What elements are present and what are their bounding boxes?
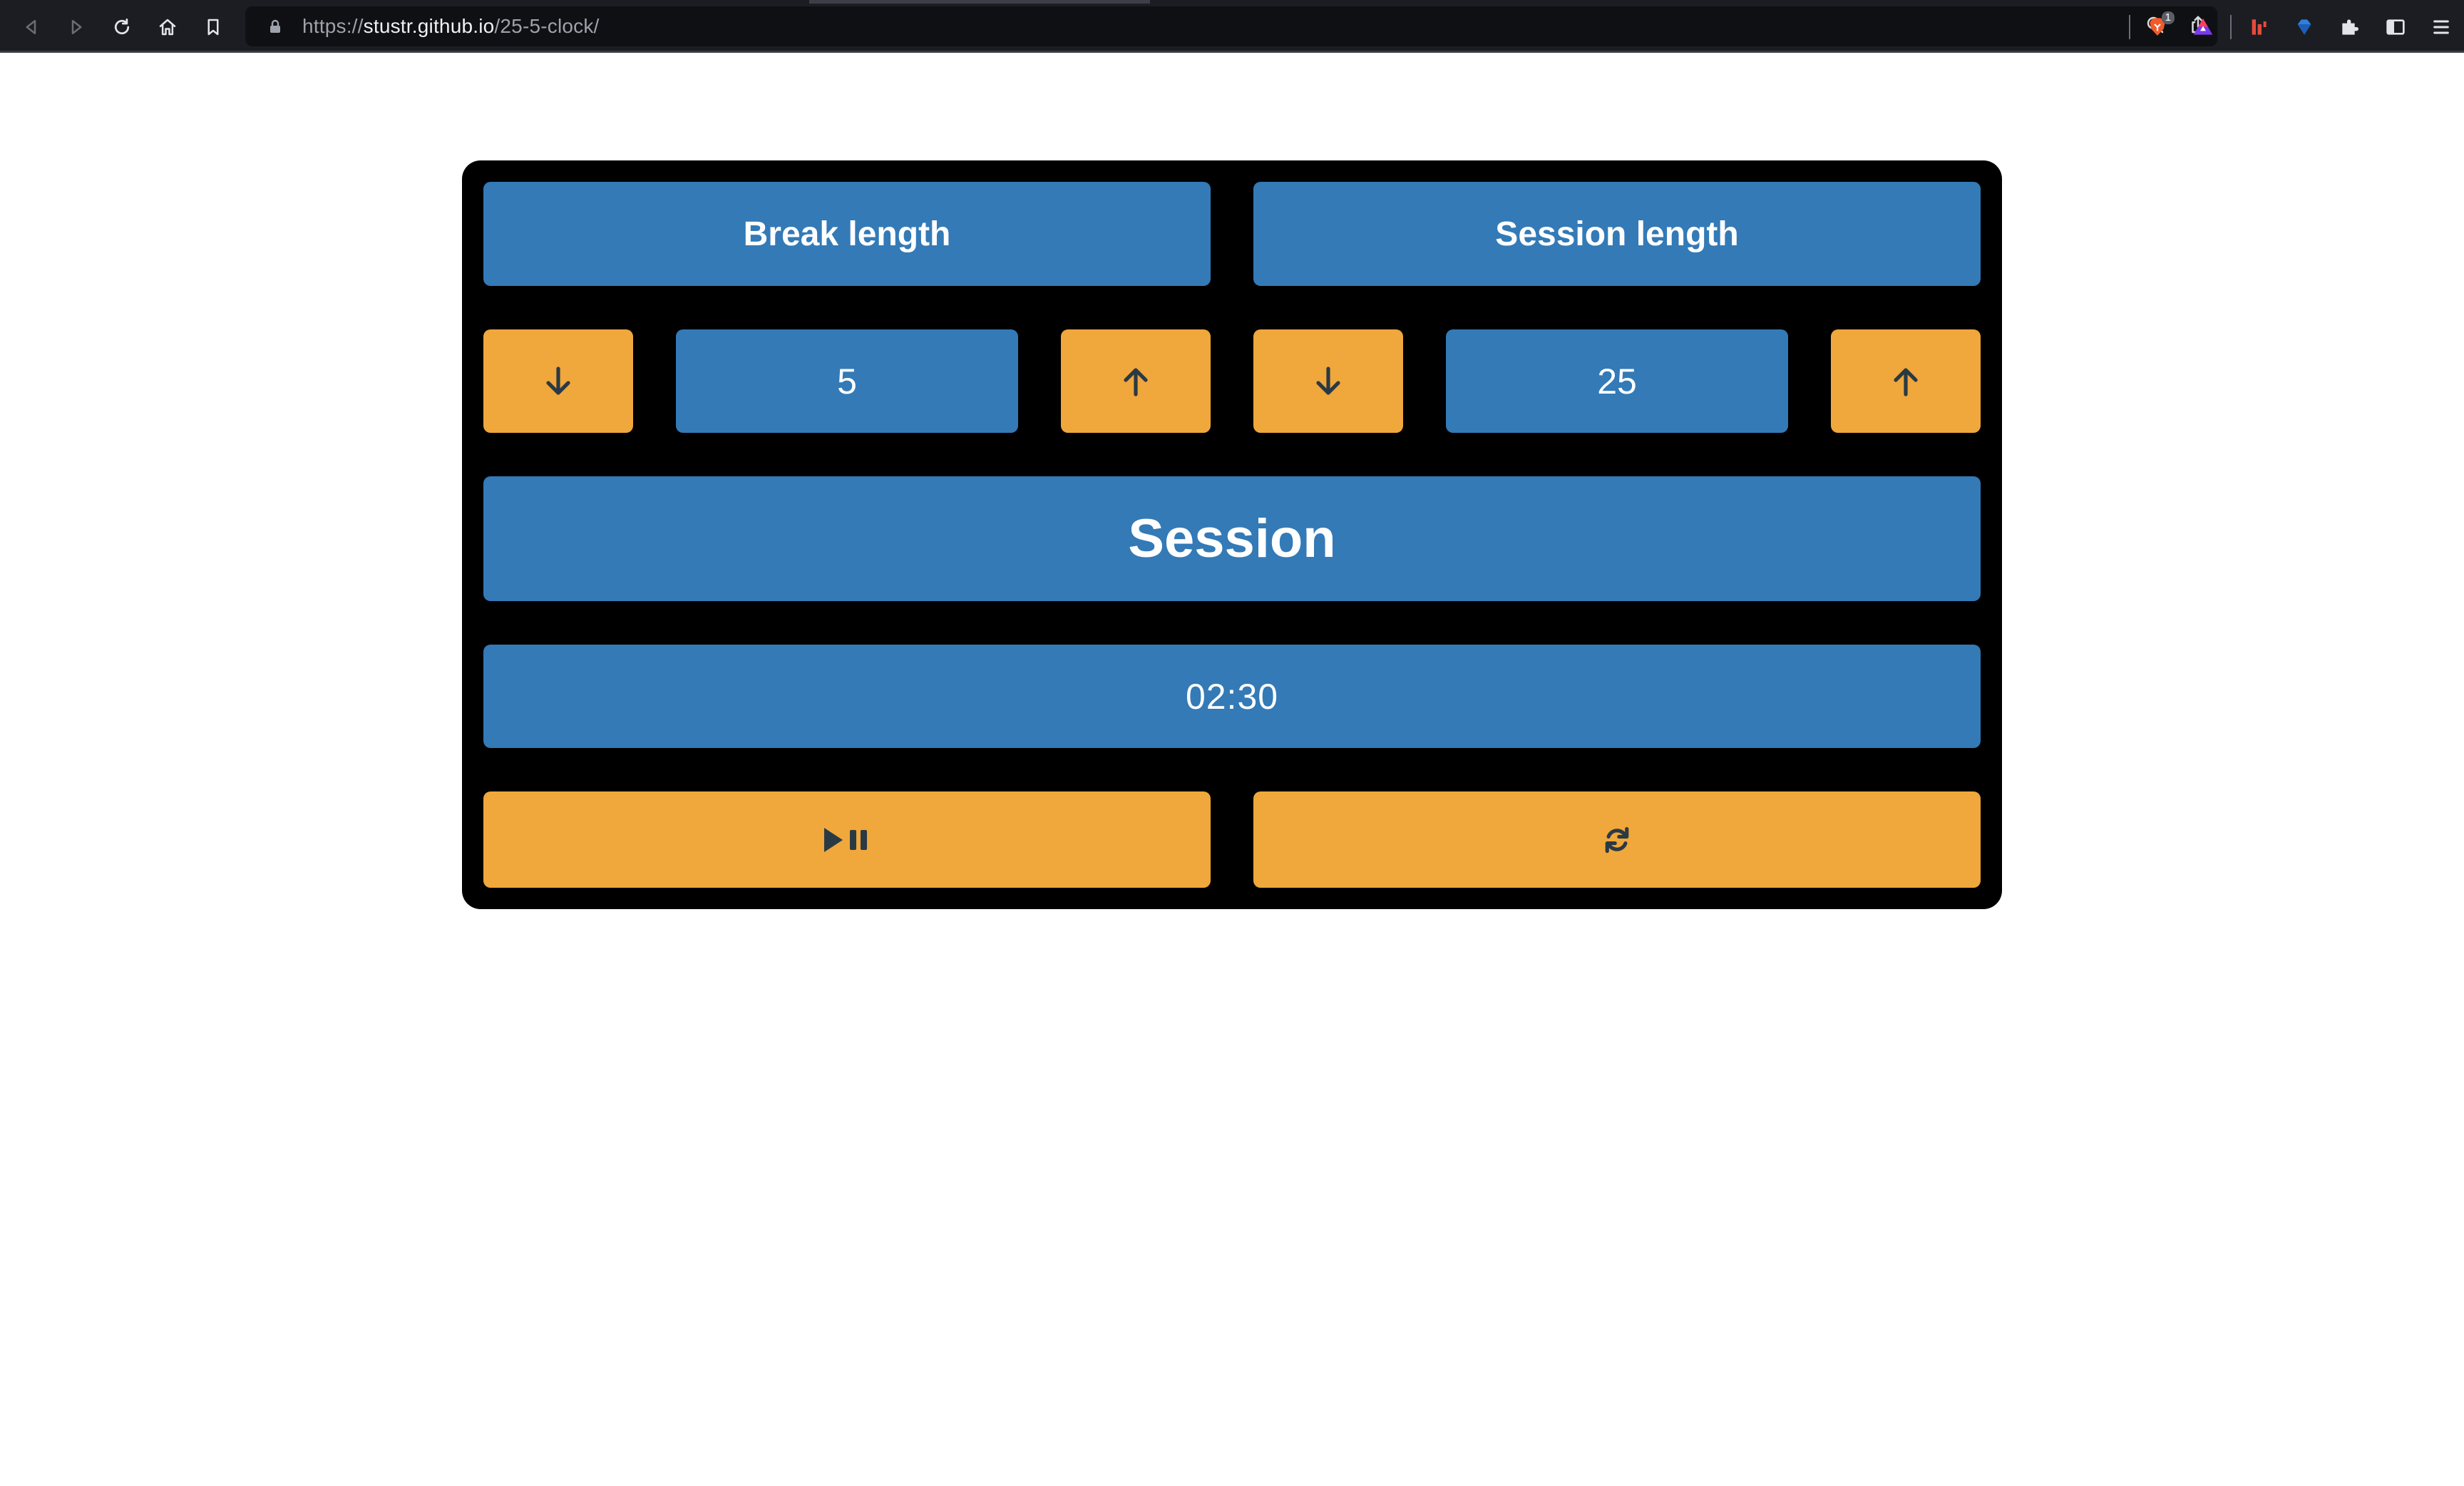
session-decrement-button[interactable]: [1253, 329, 1403, 433]
brave-rewards-icon: [2193, 19, 2213, 35]
home-icon: [159, 19, 176, 36]
url-host: stustr.github.io: [363, 15, 495, 37]
reset-button[interactable]: [1253, 791, 1981, 888]
break-increment-button[interactable]: [1061, 329, 1211, 433]
puzzle-icon: [2342, 19, 2358, 35]
lock-icon: [270, 19, 280, 33]
arrow-up-icon: [1124, 367, 1148, 396]
extensions-button[interactable]: [2327, 10, 2373, 44]
url-scheme: https://: [302, 15, 364, 37]
clock-panel: Break length Session length 5 25 Session…: [462, 160, 2002, 909]
browser-toolbar: https://stustr.github.io/25-5-clock/ 1: [0, 0, 2464, 53]
back-button[interactable]: [15, 11, 48, 43]
break-decrement-button[interactable]: [483, 329, 633, 433]
forward-icon: [71, 20, 82, 34]
active-tab-indicator: [809, 0, 1150, 4]
time-left-display: 02:30: [483, 645, 1981, 748]
main-menu-button[interactable]: [2418, 10, 2464, 44]
home-button[interactable]: [151, 11, 184, 43]
extension-1-button[interactable]: [2236, 10, 2281, 44]
arrow-up-icon: [1894, 367, 1918, 396]
sidebar-button[interactable]: [2373, 10, 2418, 44]
session-length-value: 25: [1446, 329, 1788, 433]
sidebar-icon: [2386, 19, 2405, 35]
toolbar-extensions: 1: [2125, 10, 2464, 44]
arrow-down-icon: [546, 366, 570, 395]
timer-label: Session: [483, 476, 1981, 601]
bookmark-icon: [207, 19, 219, 36]
extension-2-button[interactable]: [2281, 10, 2327, 44]
url-path: /25-5-clock/: [494, 15, 600, 37]
start-stop-button[interactable]: [483, 791, 1211, 888]
brave-shields-button[interactable]: 1: [2135, 10, 2180, 44]
back-icon: [26, 20, 36, 34]
bar-chart-extension-icon: [2252, 19, 2267, 35]
session-increment-button[interactable]: [1831, 329, 1981, 433]
diamond-extension-icon: [2297, 19, 2311, 35]
reload-icon: [114, 19, 130, 35]
refresh-icon: [1605, 826, 1629, 853]
hamburger-menu-icon: [2433, 20, 2449, 34]
brave-rewards-button[interactable]: [2180, 10, 2226, 44]
address-bar[interactable]: https://stustr.github.io/25-5-clock/: [245, 6, 2217, 46]
shields-badge: 1: [2161, 11, 2175, 24]
play-pause-icon: [824, 827, 867, 852]
arrow-down-icon: [1316, 366, 1340, 395]
url-text: https://stustr.github.io/25-5-clock/: [302, 15, 600, 38]
bookmark-button[interactable]: [197, 11, 230, 43]
break-length-value: 5: [676, 329, 1018, 433]
toolbar-separator: [2230, 15, 2232, 39]
break-label: Break length: [483, 182, 1211, 286]
toolbar-separator: [2129, 15, 2130, 39]
reload-button[interactable]: [106, 11, 138, 43]
session-label: Session length: [1253, 182, 1981, 286]
forward-button[interactable]: [60, 11, 93, 43]
